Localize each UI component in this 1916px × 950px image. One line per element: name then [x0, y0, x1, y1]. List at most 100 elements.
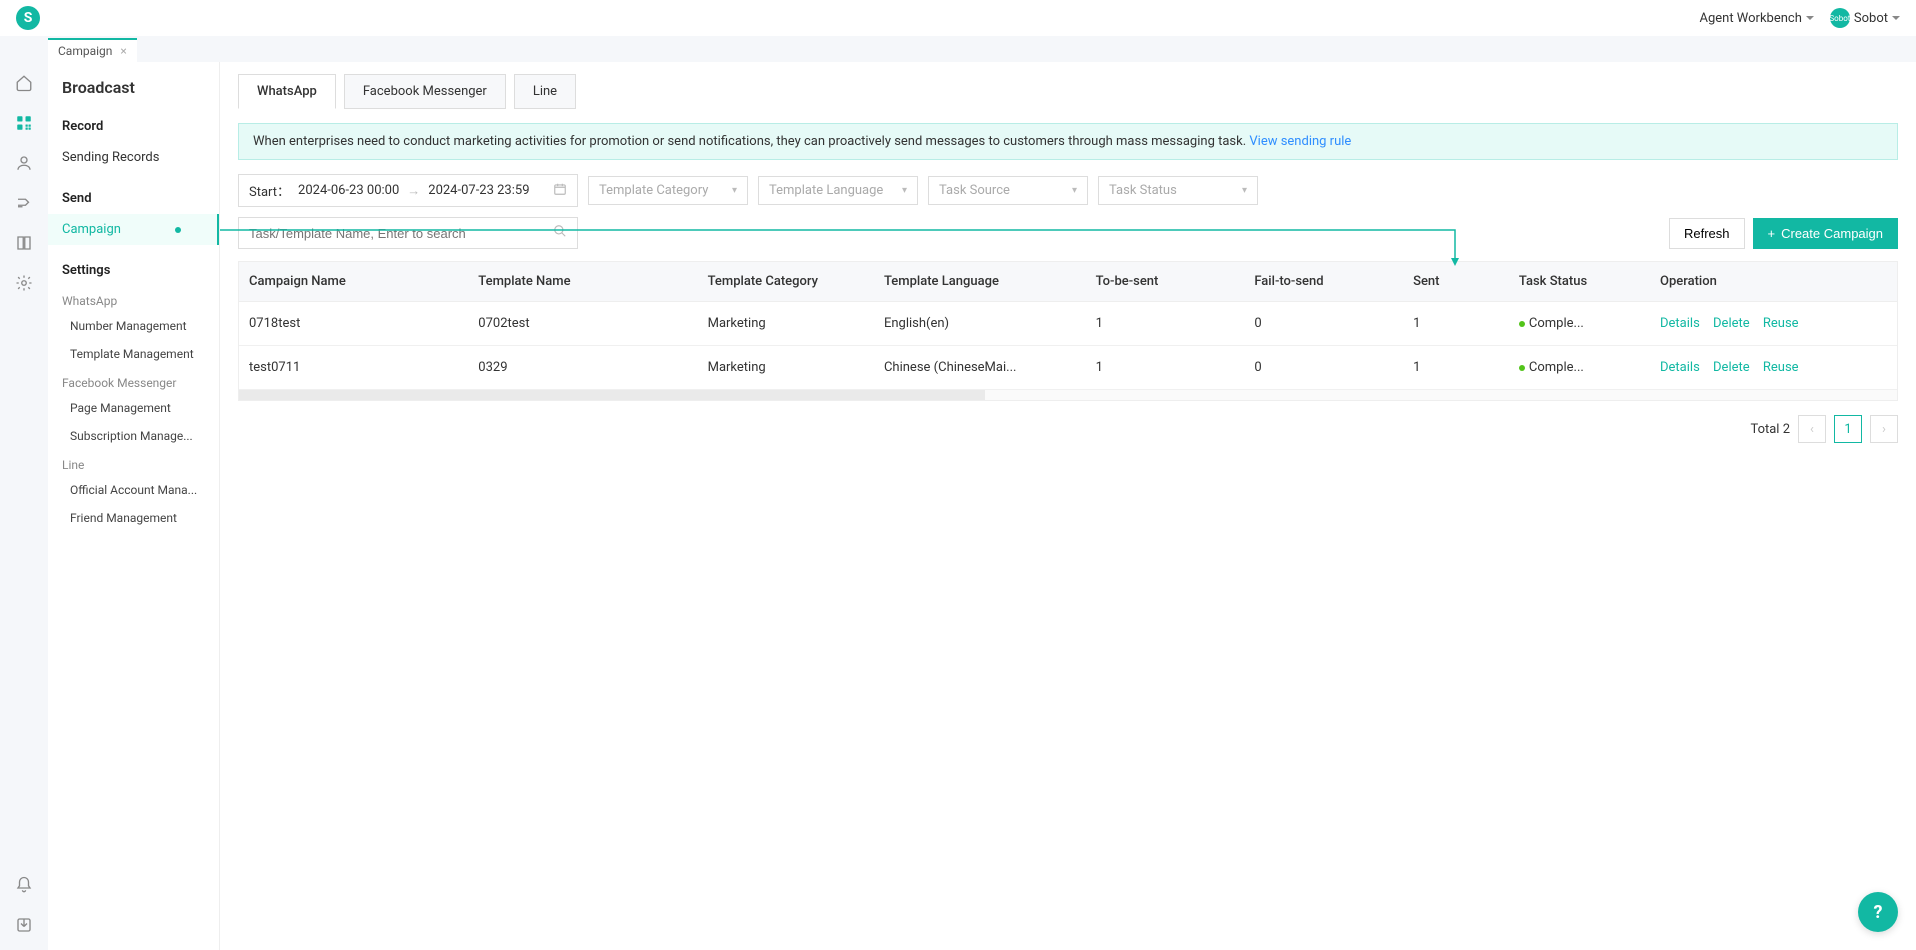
- th-template-language: Template Language: [874, 262, 1086, 302]
- help-icon: ?: [1874, 902, 1883, 923]
- download-icon[interactable]: [15, 916, 33, 934]
- tab-label: Campaign: [58, 44, 112, 58]
- sidebar-item-sending-records[interactable]: Sending Records: [48, 142, 219, 173]
- details-link[interactable]: Details: [1660, 360, 1700, 375]
- sidebar-item-friend-mgmt[interactable]: Friend Management: [48, 504, 219, 532]
- th-operation: Operation: [1650, 262, 1897, 302]
- refresh-button[interactable]: Refresh: [1669, 218, 1745, 249]
- cell-campaign-name: 0718test: [239, 302, 468, 346]
- cell-campaign-name: test0711: [239, 346, 468, 390]
- sidebar-item-campaign[interactable]: Campaign: [48, 214, 219, 245]
- page-next-button[interactable]: ›: [1870, 415, 1898, 443]
- search-input[interactable]: [249, 226, 553, 241]
- th-template-category: Template Category: [698, 262, 874, 302]
- end-date-value: 2024-07-23 23:59: [428, 183, 529, 198]
- username-label: Sobot: [1854, 11, 1888, 26]
- cell-sent: 1: [1403, 346, 1509, 390]
- filter-row: Start： 2024-06-23 00:00 → 2024-07-23 23:…: [238, 174, 1898, 207]
- scrollbar-thumb[interactable]: [239, 390, 985, 400]
- plus-icon: +: [1768, 226, 1776, 241]
- view-sending-rule-link[interactable]: View sending rule: [1249, 134, 1351, 149]
- search-icon[interactable]: [553, 224, 567, 242]
- icon-rail: [0, 62, 48, 950]
- total-label: Total 2: [1750, 422, 1790, 437]
- template-language-select[interactable]: Template Language ▾: [758, 176, 918, 205]
- sidebar-title: Broadcast: [48, 78, 219, 111]
- create-campaign-button[interactable]: + Create Campaign: [1753, 218, 1898, 249]
- reuse-link[interactable]: Reuse: [1763, 360, 1799, 375]
- page-number-button[interactable]: 1: [1834, 415, 1862, 443]
- details-link[interactable]: Details: [1660, 316, 1700, 331]
- th-template-name: Template Name: [468, 262, 697, 302]
- cell-actions: Details Delete Reuse: [1650, 346, 1897, 390]
- create-campaign-label: Create Campaign: [1781, 226, 1883, 241]
- user-menu[interactable]: Sobot Sobot: [1830, 8, 1900, 28]
- reuse-link[interactable]: Reuse: [1763, 316, 1799, 331]
- cell-status: Comple...: [1509, 302, 1650, 346]
- user-icon[interactable]: [15, 154, 33, 172]
- gear-icon[interactable]: [15, 274, 33, 292]
- top-header: S Agent Workbench Sobot Sobot: [0, 0, 1916, 36]
- channel-tabs: WhatsApp Facebook Messenger Line: [238, 74, 1898, 109]
- flow-icon[interactable]: [15, 194, 33, 212]
- cell-to-be-sent: 1: [1086, 346, 1245, 390]
- tab-facebook-messenger[interactable]: Facebook Messenger: [344, 74, 506, 109]
- sidebar-group-settings: Settings: [48, 255, 219, 286]
- th-fail-to-send: Fail-to-send: [1244, 262, 1403, 302]
- app-logo: S: [16, 6, 40, 30]
- cell-status: Comple...: [1509, 346, 1650, 390]
- start-label: Start：: [249, 181, 290, 200]
- select-placeholder: Task Source: [939, 183, 1010, 198]
- search-action-row: Refresh + Create Campaign: [238, 217, 1898, 249]
- th-task-status: Task Status: [1509, 262, 1650, 302]
- apps-icon[interactable]: [15, 114, 33, 132]
- page-prev-button[interactable]: ‹: [1798, 415, 1826, 443]
- sidebar-group-record: Record: [48, 111, 219, 142]
- bell-icon[interactable]: [15, 876, 33, 894]
- cell-template-name: 0329: [468, 346, 697, 390]
- home-icon[interactable]: [15, 74, 33, 92]
- date-range-picker[interactable]: Start： 2024-06-23 00:00 → 2024-07-23 23:…: [238, 174, 578, 207]
- book-icon[interactable]: [15, 234, 33, 252]
- task-status-select[interactable]: Task Status ▾: [1098, 176, 1258, 205]
- horizontal-scrollbar[interactable]: [239, 390, 1897, 400]
- pagination: Total 2 ‹ 1 ›: [238, 415, 1898, 443]
- campaign-table: Campaign Name Template Name Template Cat…: [238, 261, 1898, 401]
- cell-category: Marketing: [698, 346, 874, 390]
- select-placeholder: Template Language: [769, 183, 883, 198]
- template-category-select[interactable]: Template Category ▾: [588, 176, 748, 205]
- status-dot-icon: [1519, 321, 1525, 327]
- tab-campaign[interactable]: Campaign ×: [48, 38, 137, 62]
- delete-link[interactable]: Delete: [1713, 360, 1750, 375]
- select-placeholder: Template Category: [599, 183, 708, 198]
- sidebar-item-template-mgmt[interactable]: Template Management: [48, 340, 219, 368]
- sidebar-item-number-mgmt[interactable]: Number Management: [48, 312, 219, 340]
- help-bubble-button[interactable]: ?: [1858, 892, 1898, 932]
- chevron-down-icon: [1892, 16, 1900, 20]
- select-placeholder: Task Status: [1109, 183, 1177, 198]
- cell-fail: 0: [1244, 302, 1403, 346]
- th-to-be-sent: To-be-sent: [1086, 262, 1245, 302]
- sidebar-item-official-account[interactable]: Official Account Mana...: [48, 476, 219, 504]
- table-header-row: Campaign Name Template Name Template Cat…: [239, 262, 1897, 302]
- tab-whatsapp[interactable]: WhatsApp: [238, 74, 336, 109]
- cell-category: Marketing: [698, 302, 874, 346]
- cell-language: English(en): [874, 302, 1086, 346]
- task-source-select[interactable]: Task Source ▾: [928, 176, 1088, 205]
- info-banner: When enterprises need to conduct marketi…: [238, 123, 1898, 160]
- close-icon[interactable]: ×: [120, 44, 126, 58]
- sidebar-item-subscription-mgmt[interactable]: Subscription Manage...: [48, 422, 219, 450]
- sidebar-item-page-mgmt[interactable]: Page Management: [48, 394, 219, 422]
- chevron-down-icon: ▾: [902, 185, 907, 196]
- chevron-down-icon: [1806, 16, 1814, 20]
- calendar-icon: [553, 182, 567, 200]
- search-input-wrapper: [238, 217, 578, 249]
- cell-sent: 1: [1403, 302, 1509, 346]
- workbench-label: Agent Workbench: [1699, 11, 1801, 26]
- delete-link[interactable]: Delete: [1713, 316, 1750, 331]
- th-sent: Sent: [1403, 262, 1509, 302]
- workbench-dropdown[interactable]: Agent Workbench: [1699, 11, 1813, 26]
- content-area: WhatsApp Facebook Messenger Line When en…: [220, 62, 1916, 950]
- tab-line[interactable]: Line: [514, 74, 576, 109]
- cell-actions: Details Delete Reuse: [1650, 302, 1897, 346]
